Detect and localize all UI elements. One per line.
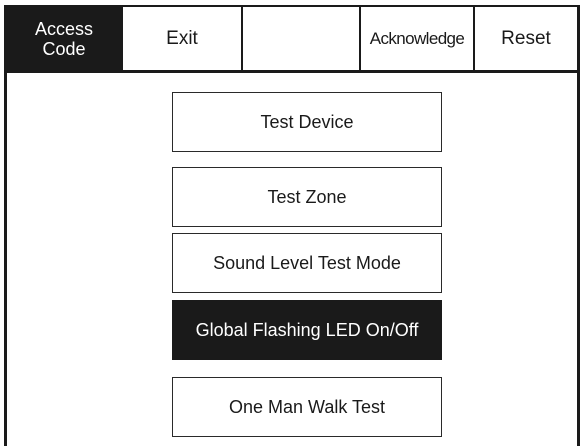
sound-level-test-mode-button[interactable]: Sound Level Test Mode xyxy=(172,233,442,293)
exit-button[interactable]: Exit xyxy=(123,7,243,70)
acknowledge-button[interactable]: Acknowledge xyxy=(361,7,475,70)
test-zone-button[interactable]: Test Zone xyxy=(172,167,442,227)
reset-button[interactable]: Reset xyxy=(475,7,577,70)
soft-key-toolbar: Access Code Exit Acknowledge Reset xyxy=(7,7,577,73)
panel-screen: Access Code Exit Acknowledge Reset Test … xyxy=(4,5,580,446)
test-device-button[interactable]: Test Device xyxy=(172,92,442,152)
access-code-button[interactable]: Access Code xyxy=(7,7,123,70)
one-man-walk-test-button[interactable]: One Man Walk Test xyxy=(172,377,442,437)
blank-soft-key[interactable] xyxy=(243,7,361,70)
global-flashing-led-toggle-button[interactable]: Global Flashing LED On/Off xyxy=(172,300,442,360)
